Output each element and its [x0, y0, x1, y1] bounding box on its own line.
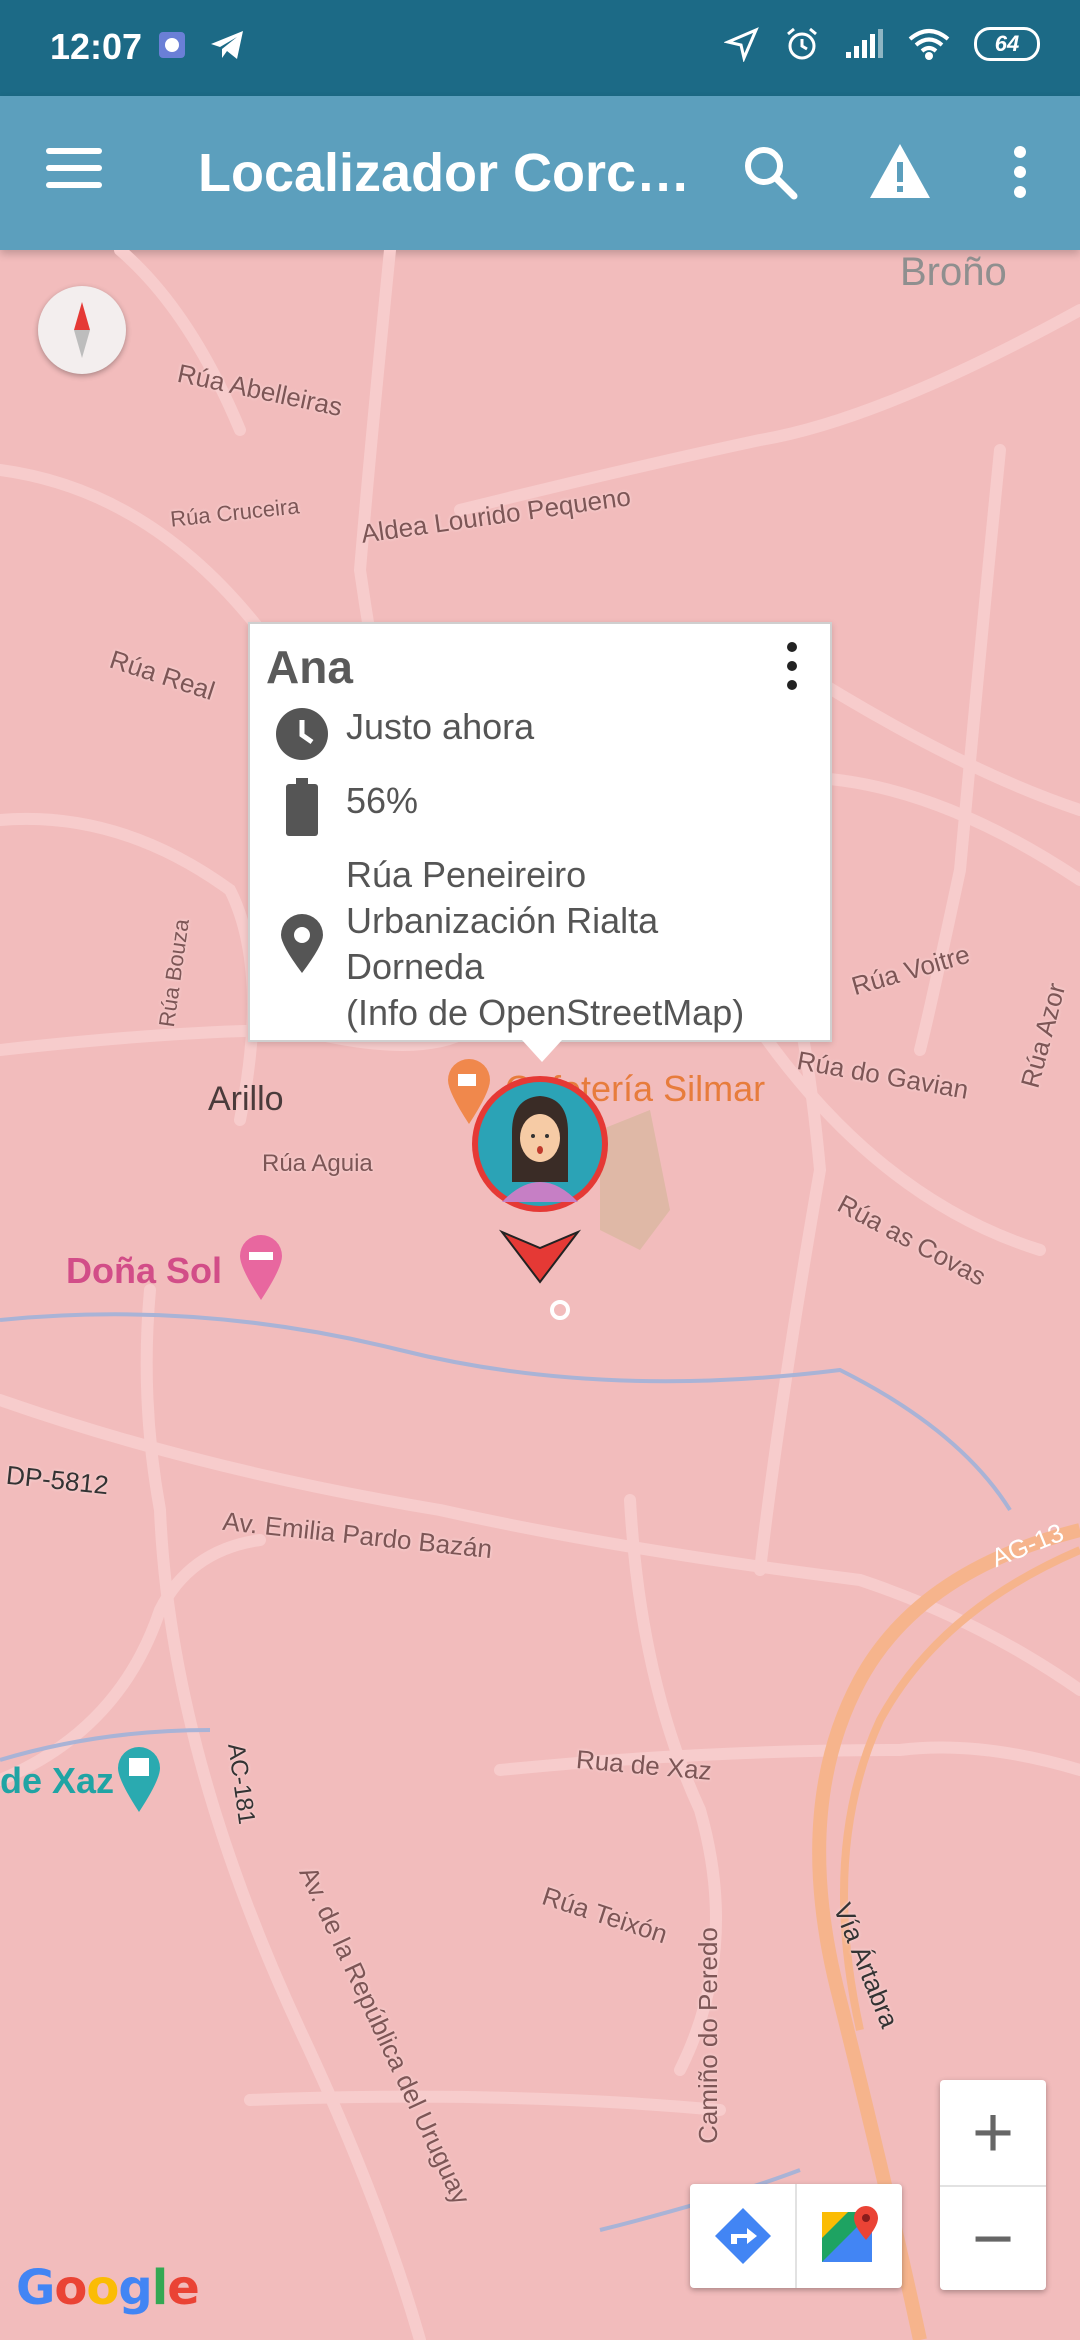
street-label: Camiño do Peredo [692, 1927, 723, 2144]
address-line: Rúa Peneireiro [346, 854, 587, 895]
open-in-maps-button[interactable] [795, 2184, 902, 2288]
address-source: (Info de OpenStreetMap) [346, 992, 745, 1033]
place-label: Doña Sol [66, 1250, 223, 1291]
last-seen-row: Justo ahora [272, 704, 534, 764]
app-bar: Localizador Corcaaaa [0, 96, 1080, 250]
alarm-icon [787, 27, 817, 60]
status-bar: 12:07 64 [0, 0, 1080, 96]
menu-icon [46, 148, 102, 154]
battery-indicator: 64 [974, 27, 1040, 61]
wifi-icon [908, 29, 950, 60]
telegram-icon [211, 31, 243, 59]
app-title: Localizador Corcaaaa [198, 143, 698, 203]
address-line: Dorneda [346, 946, 485, 987]
alert-button[interactable] [868, 140, 932, 204]
hotel-pin-icon [240, 1235, 282, 1300]
notification-icons [155, 28, 245, 62]
map-roads [0, 250, 1080, 2340]
more-vert-icon [787, 642, 797, 652]
street-label: Rúa Aguia [262, 1150, 373, 1177]
compass-button[interactable] [38, 286, 126, 374]
location-dot-icon [550, 1300, 570, 1320]
location-info-popup[interactable]: Ana Justo ahora 56% Rúa Peneireiro Urban… [248, 622, 832, 1062]
location-arrow-icon [724, 27, 759, 62]
more-options-button[interactable] [1000, 140, 1040, 204]
battery-level: 56% [346, 780, 419, 821]
system-icons: 64 [724, 26, 1040, 62]
battery-icon [286, 778, 318, 836]
more-vert-icon [1014, 146, 1026, 198]
compass-icon [74, 302, 90, 358]
zoom-controls: + − [940, 2080, 1046, 2290]
map-view[interactable]: Broño Rúa Abelleiras Aldea Lourido Peque… [0, 250, 1080, 2340]
clock-icon [276, 708, 328, 760]
place-label: Broño [900, 250, 1007, 294]
place-label: Arillo [208, 1080, 284, 1118]
status-time: 12:07 [50, 26, 143, 67]
signal-icon [846, 29, 883, 58]
address-text: Rúa Peneireiro Urbanización Rialta Dorne… [346, 852, 744, 1036]
zoom-in-button[interactable]: + [940, 2080, 1046, 2185]
google-maps-icon [821, 2206, 878, 2262]
directions-button[interactable] [690, 2184, 795, 2288]
place-label: de Xaz [0, 1760, 115, 1801]
battery-row: 56% [272, 778, 418, 838]
zoom-out-button[interactable]: − [940, 2185, 1046, 2290]
warning-icon [870, 144, 930, 198]
landmark-pin-icon [118, 1747, 160, 1812]
menu-button[interactable] [46, 148, 102, 196]
search-icon [745, 147, 798, 200]
search-button[interactable] [738, 140, 802, 204]
google-logo: Google [16, 2260, 200, 2316]
directions-icon [714, 2208, 771, 2264]
address-line: Urbanización Rialta [346, 900, 659, 941]
last-seen-text: Justo ahora [346, 706, 535, 747]
address-row: Rúa Peneireiro Urbanización Rialta Dorne… [272, 852, 744, 1036]
popup-more-button[interactable] [784, 642, 800, 694]
contact-name: Ana [266, 641, 353, 693]
notification-app-icon [159, 32, 185, 58]
location-pin-icon [281, 914, 323, 973]
maps-toolbar [690, 2184, 902, 2288]
user-avatar-marker[interactable] [468, 1072, 612, 1292]
